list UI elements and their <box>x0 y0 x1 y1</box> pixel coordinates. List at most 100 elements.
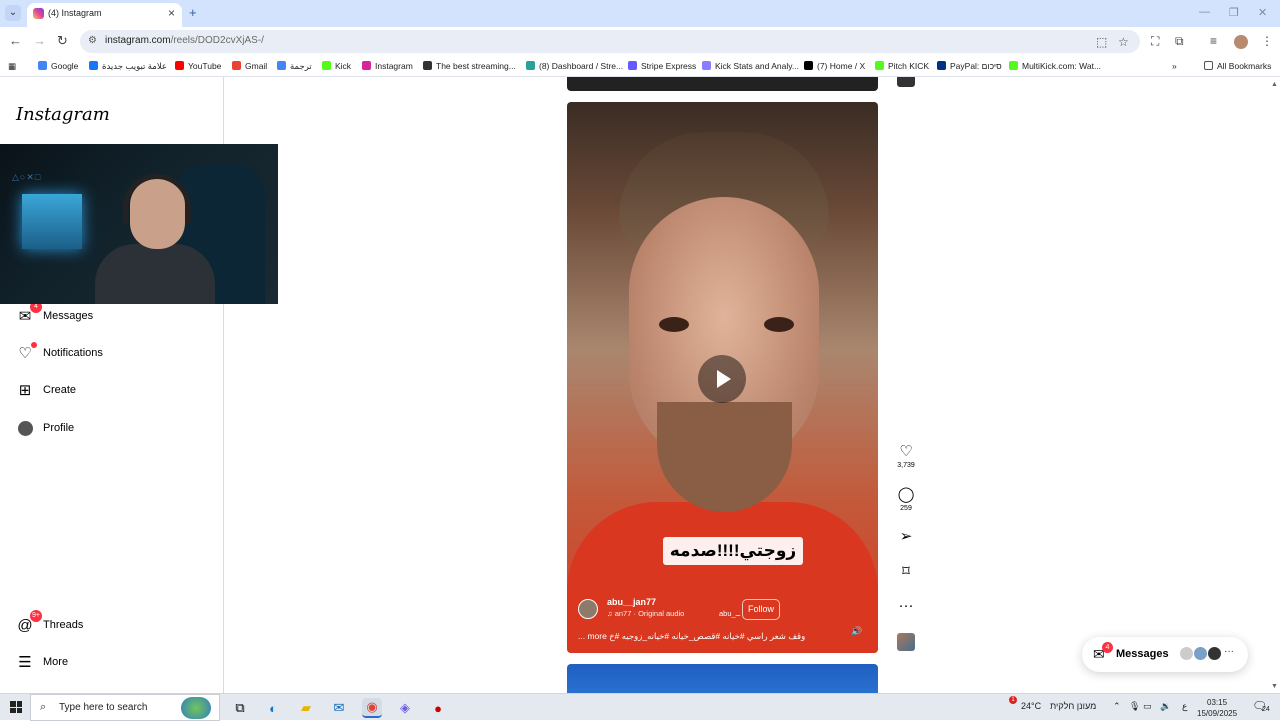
chrome-menu-icon[interactable]: ⋮ <box>1261 34 1273 48</box>
reel-audio-link[interactable]: ♫ an77 · Original audio <box>607 609 684 618</box>
follow-button[interactable]: Follow <box>742 599 780 620</box>
microphone-icon[interactable]: 🎙 <box>1129 701 1140 712</box>
media-controls-icon[interactable]: ≡ <box>1210 34 1217 48</box>
messages-pill-badge: 4 <box>1102 642 1113 653</box>
instagram-logo[interactable]: Instagram <box>16 104 110 125</box>
sidebar-item-create[interactable]: ⊞ Create <box>16 378 76 402</box>
restore-icon[interactable]: ❐ <box>1229 6 1239 19</box>
apps-grid-icon[interactable]: ▦ <box>8 61 16 72</box>
avatar <box>1179 646 1194 661</box>
weather-description[interactable]: מעונן חלקית <box>1050 701 1096 711</box>
edge-icon[interactable]: ◐ <box>263 698 283 718</box>
reload-icon[interactable]: ↻ <box>57 33 68 49</box>
bookmark-item[interactable]: Kick <box>322 61 351 71</box>
reel-video[interactable]: زوجتي!!!!صدمه abu__jan77 ♫ an77 · Origin… <box>567 102 878 653</box>
bookmark-item[interactable]: علامة تبويب جديدة <box>89 61 167 72</box>
plus-square-icon: ⊞ <box>18 382 32 399</box>
bookmark-item[interactable]: (8) Dashboard / Stre... <box>526 61 623 71</box>
bookmarks-overflow-icon[interactable]: » <box>1172 61 1177 71</box>
audio-thumbnail[interactable] <box>897 633 915 651</box>
comment-icon[interactable]: ◯ <box>893 487 919 503</box>
bookmark-favicon-icon <box>526 61 535 70</box>
sidebar-item-threads[interactable]: @9+ Threads <box>16 610 83 637</box>
bookmark-star-icon[interactable]: ☆ <box>1118 35 1129 49</box>
bookmark-item[interactable]: (7) Home / X <box>804 61 865 71</box>
previous-reel-thumbnail[interactable] <box>897 77 915 87</box>
save-action[interactable]: ⌑ <box>893 564 919 580</box>
bookmark-item[interactable]: ترجمة <box>277 61 312 72</box>
screenshot-icon[interactable]: ⛶ <box>1151 34 1159 49</box>
heart-icon[interactable]: ♡ <box>893 444 919 460</box>
send-icon[interactable]: ➢ <box>893 529 919 545</box>
windows-start-icon[interactable] <box>10 701 22 713</box>
site-info-icon[interactable]: ⚙ <box>88 35 97 46</box>
sidebar-item-notifications[interactable]: ♡ Notifications <box>16 341 103 365</box>
previous-reel[interactable] <box>567 77 878 91</box>
minimize-icon[interactable]: — <box>1199 6 1210 18</box>
bookmark-item[interactable]: Pitch KICK <box>875 61 929 71</box>
scroll-up-icon[interactable]: ▲ <box>1271 81 1278 88</box>
bookmark-item[interactable]: Gmail <box>232 61 267 71</box>
bookmark-item[interactable]: The best streaming... <box>423 61 516 71</box>
temperature[interactable]: 24°C <box>1021 701 1041 711</box>
bookmark-item[interactable]: Stripe Express <box>628 61 696 71</box>
like-action[interactable]: ♡ 3,739 <box>893 444 919 470</box>
clock[interactable]: 03:15 15/09/2025 <box>1197 697 1237 719</box>
close-window-icon[interactable]: ✕ <box>1258 6 1267 19</box>
address-bar[interactable]: ⚙ instagram.com/reels/DOD2cvXjAS-/ ⬚ ☆ <box>80 30 1140 53</box>
bookmark-item[interactable]: MultiKick.com: Wat... <box>1009 61 1101 71</box>
sidebar-item-label: Create <box>43 384 77 396</box>
bookmark-item[interactable]: PayPal: סיכום <box>937 61 1002 71</box>
task-view-icon[interactable]: ⧉ <box>230 698 250 718</box>
bookmark-label: Google <box>51 61 79 71</box>
bookmark-item[interactable]: Kick Stats and Analy... <box>702 61 799 71</box>
comment-action[interactable]: ◯ 259 <box>893 487 919 513</box>
bookmark-item[interactable]: Instagram <box>362 61 413 71</box>
forward-icon[interactable]: → <box>33 33 46 48</box>
tab-title: (4) Instagram <box>48 8 102 18</box>
sidebar-item-label: Messages <box>43 310 94 322</box>
sidebar-item-messages[interactable]: ✉ 4 Messages <box>16 301 94 328</box>
bookmark-favicon-icon <box>89 61 98 70</box>
notification-dot <box>31 342 37 348</box>
all-bookmarks-button[interactable]: All Bookmarks <box>1204 61 1271 71</box>
reel-caption-overlay: زوجتي!!!!صدمه <box>663 537 803 565</box>
bookmark-icon[interactable]: ⌑ <box>893 564 919 580</box>
reel-description[interactable]: ... more وقف شعر راسي #خيانه #قصص_خيانه … <box>578 631 828 642</box>
new-tab-button[interactable]: + <box>189 5 197 20</box>
reel-username[interactable]: abu__jan77 <box>607 597 656 607</box>
bookmark-item[interactable]: Google <box>38 61 78 71</box>
file-explorer-icon[interactable]: ▰ <box>296 698 316 718</box>
more-dots-icon[interactable]: ··· <box>893 598 919 614</box>
tab-search-button[interactable]: ⌄ <box>5 5 21 21</box>
profile-avatar[interactable] <box>1234 35 1248 49</box>
browser-tab[interactable]: (4) Instagram × <box>27 3 182 27</box>
chrome-icon[interactable]: ◉ <box>362 698 382 718</box>
extensions-icon[interactable]: ⧉ <box>1175 34 1184 49</box>
more-options-action[interactable]: ··· <box>893 598 919 614</box>
reel-author-avatar[interactable] <box>578 599 598 619</box>
taskbar-search-box[interactable]: ⌕ Type here to search <box>30 694 220 721</box>
input-language[interactable]: ع <box>1182 701 1187 712</box>
bookmark-item[interactable]: YouTube <box>175 61 221 71</box>
volume-icon[interactable]: 🔊 <box>851 626 862 637</box>
back-icon[interactable]: ← <box>9 33 22 48</box>
network-icon[interactable]: ▭ <box>1143 701 1152 712</box>
scroll-down-icon[interactable]: ▼ <box>1271 683 1278 690</box>
next-reel[interactable] <box>567 664 878 693</box>
mail-icon[interactable]: ✉ <box>329 698 349 718</box>
url-text[interactable]: instagram.com/reels/DOD2cvXjAS-/ <box>105 35 264 46</box>
install-app-icon[interactable]: ⬚ <box>1096 35 1107 49</box>
bookmark-favicon-icon <box>277 61 286 70</box>
play-icon[interactable] <box>698 355 746 403</box>
messages-pill[interactable]: ✉ 4 Messages ··· <box>1082 637 1248 672</box>
sidebar-item-profile[interactable]: Profile <box>16 416 74 440</box>
obs-icon[interactable]: ● <box>428 698 448 718</box>
volume-icon[interactable]: 🔉 <box>1160 701 1171 712</box>
close-tab-icon[interactable]: × <box>168 6 175 20</box>
sidebar-item-more[interactable]: ☰ More <box>16 650 68 674</box>
discord-icon[interactable]: ◈ <box>395 698 415 718</box>
search-highlight-icon <box>181 697 211 719</box>
share-action[interactable]: ➢ <box>893 529 919 545</box>
tray-overflow-icon[interactable]: ⌃ <box>1113 701 1121 712</box>
